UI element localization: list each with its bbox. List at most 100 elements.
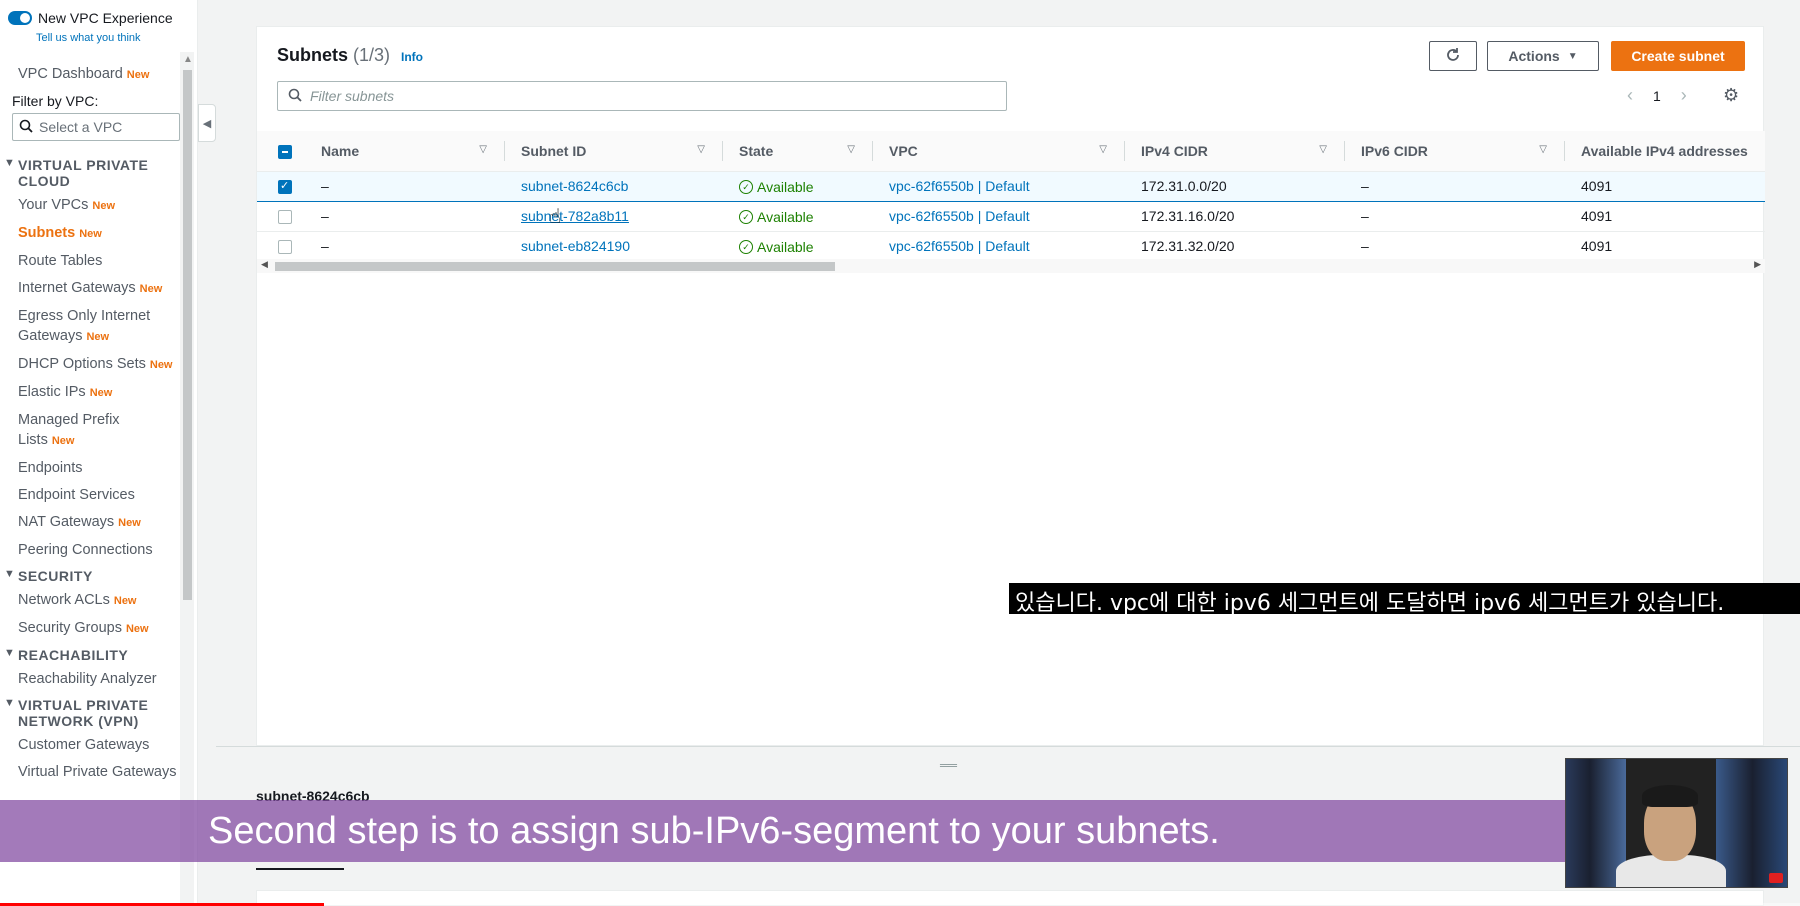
sidebar-item-virtual-private-gateways[interactable]: Virtual Private Gateways	[0, 762, 180, 782]
sidebar-item-network-acls[interactable]: Network ACLs New	[0, 590, 180, 611]
gear-icon[interactable]: ⚙	[1723, 85, 1739, 106]
row-select-cell[interactable]	[257, 231, 313, 262]
scroll-up-icon[interactable]: ▲	[183, 54, 193, 65]
row-checkbox[interactable]	[278, 179, 292, 195]
sidebar-item-nat-gateways[interactable]: NAT Gateways New	[0, 512, 180, 533]
scroll-left-icon[interactable]: ◀	[261, 259, 268, 270]
sidebar-item-endpoint-services[interactable]: Endpoint Services	[0, 485, 180, 505]
column-header-subnet-id[interactable]: Subnet ID ▽	[505, 131, 723, 172]
sidebar-item-reachability-analyzer[interactable]: Reachability Analyzer	[0, 669, 180, 689]
column-header-name[interactable]: Name ▽	[313, 131, 505, 172]
info-link[interactable]: Info	[401, 50, 423, 64]
toggle-switch[interactable]	[8, 11, 32, 25]
scroll-right-icon[interactable]: ▶	[1754, 259, 1761, 270]
refresh-icon	[1445, 47, 1461, 66]
select-all-header[interactable]	[257, 131, 313, 172]
status-text: Available	[757, 209, 814, 226]
subnet-id-link[interactable]: subnet-8624c6cb	[521, 178, 628, 194]
sidebar-item-egress-only-internet-gateways[interactable]: Egress Only Internet Gateways New	[0, 306, 180, 347]
filter-subnets-input[interactable]: Filter subnets	[277, 81, 1007, 111]
cell-name: –	[313, 201, 505, 232]
sidebar-item-dhcp-options-sets[interactable]: DHCP Options Sets New	[0, 354, 180, 375]
column-header-ipv6-cidr[interactable]: IPv6 CIDR ▽	[1345, 131, 1565, 172]
feedback-link[interactable]: Tell us what you think	[36, 32, 141, 44]
new-vpc-experience-toggle[interactable]: New VPC Experience	[8, 10, 173, 26]
row-select-cell[interactable]	[257, 170, 313, 202]
row-checkbox[interactable]	[278, 240, 292, 255]
table-horizontal-scrollbar[interactable]: ◀ ▶	[257, 259, 1765, 273]
actions-label: Actions	[1508, 48, 1560, 64]
subnet-id-link[interactable]: subnet-782a8b11	[521, 208, 629, 224]
sidebar-item-label: Egress Only Internet Gateways	[18, 308, 151, 344]
section-virtual-private-cloud[interactable]: ▼ VIRTUAL PRIVATE CLOUD	[0, 157, 180, 189]
column-header-ipv4-cidr[interactable]: IPv4 CIDR ▽	[1125, 131, 1345, 172]
vpc-filter-select[interactable]: Select a VPC	[12, 113, 180, 141]
select-all-checkbox[interactable]	[278, 144, 292, 159]
actions-button[interactable]: Actions ▼	[1487, 41, 1599, 71]
sidebar-item-label: Elastic IPs	[18, 384, 86, 400]
sidebar-item-customer-gateways[interactable]: Customer Gateways	[0, 735, 180, 755]
sidebar-item-security-groups[interactable]: Security Groups New	[0, 618, 180, 639]
cell-name: –	[313, 231, 505, 262]
sidebar-item-label: NAT Gateways	[18, 514, 115, 530]
subnet-id-link[interactable]: subnet-eb824190	[521, 238, 630, 254]
sidebar-item-label: Reachability Analyzer	[18, 671, 157, 687]
status-badge: ✓ Available	[739, 179, 814, 195]
cell-ipv4-cidr: 172.31.0.0/20	[1125, 170, 1345, 202]
row-select-cell[interactable]	[257, 201, 313, 232]
hand-cursor-icon: ☝	[549, 206, 562, 228]
create-subnet-button[interactable]: Create subnet	[1611, 41, 1745, 71]
page-number[interactable]: 1	[1653, 88, 1661, 104]
column-label: Name	[321, 142, 360, 159]
search-icon	[288, 88, 302, 105]
section-vpn[interactable]: ▼ VIRTUAL PRIVATE NETWORK (VPN)	[0, 697, 180, 729]
scrollbar-thumb[interactable]	[183, 70, 192, 600]
sidebar: New VPC Experience Tell us what you thin…	[0, 0, 198, 906]
status-badge: ✓ Available	[739, 209, 814, 225]
sort-icon[interactable]: ▽	[1539, 144, 1547, 155]
vpc-link[interactable]: vpc-62f6550b | Default	[889, 208, 1030, 224]
sidebar-item-endpoints[interactable]: Endpoints	[0, 458, 180, 478]
sidebar-item-internet-gateways[interactable]: Internet Gateways New	[0, 278, 180, 299]
collapse-sidebar-button[interactable]: ◀	[198, 104, 216, 142]
new-badge: New	[149, 359, 173, 371]
column-header-state[interactable]: State ▽	[723, 131, 873, 172]
new-badge: New	[89, 387, 113, 399]
sidebar-item-route-tables[interactable]: Route Tables	[0, 251, 180, 271]
sidebar-item-managed-prefix-lists[interactable]: Managed Prefix Lists New	[0, 410, 180, 451]
sidebar-scrollbar[interactable]: ▲	[180, 52, 194, 906]
row-checkbox[interactable]	[278, 210, 292, 225]
sort-icon[interactable]: ▽	[1319, 144, 1327, 155]
table-row[interactable]: –subnet-8624c6cb✓Availablevpc-62f6550b |…	[257, 170, 1765, 202]
section-security[interactable]: ▼ SECURITY	[0, 568, 180, 584]
column-header-available-ipv4[interactable]: Available IPv4 addresses	[1565, 131, 1765, 172]
section-label: VIRTUAL PRIVATE NETWORK (VPN)	[18, 697, 149, 729]
sidebar-item-peering-connections[interactable]: Peering Connections	[0, 540, 180, 560]
webcam-overlay	[1565, 758, 1788, 888]
column-label: IPv4 CIDR	[1141, 142, 1208, 159]
cell-ipv6-cidr: –	[1345, 201, 1565, 232]
sort-icon[interactable]: ▽	[479, 144, 487, 155]
column-header-vpc[interactable]: VPC ▽	[873, 131, 1125, 172]
section-reachability[interactable]: ▼ REACHABILITY	[0, 647, 180, 663]
cell-ipv6-cidr: –	[1345, 231, 1565, 262]
sort-icon[interactable]: ▽	[847, 144, 855, 155]
sort-icon[interactable]: ▽	[1099, 144, 1107, 155]
sidebar-item-your-vpcs[interactable]: Your VPCs New	[0, 195, 180, 216]
resize-handle-icon[interactable]: ══	[940, 758, 957, 772]
section-label: SECURITY	[18, 568, 93, 584]
vpc-link[interactable]: vpc-62f6550b | Default	[889, 178, 1030, 194]
chevron-left-icon[interactable]: ‹	[1627, 85, 1633, 106]
sidebar-item-subnets[interactable]: Subnets New	[0, 223, 180, 244]
table-row[interactable]: – subnet-eb824190 ✓ Available vpc-62f6550b |…	[257, 231, 1765, 262]
scrollbar-thumb[interactable]	[275, 262, 835, 271]
vpc-link[interactable]: vpc-62f6550b | Default	[889, 238, 1030, 254]
sidebar-item-elastic-ips[interactable]: Elastic IPs New	[0, 382, 180, 403]
refresh-button[interactable]	[1429, 41, 1477, 71]
chevron-right-icon[interactable]: ›	[1681, 85, 1687, 106]
sidebar-item-vpc-dashboard[interactable]: VPC Dashboard New	[0, 64, 180, 85]
column-label: Subnet ID	[521, 142, 587, 159]
table-row[interactable]: – subnet-782a8b11 ✓ Available vpc-62f6550b |…	[257, 201, 1765, 232]
table-header-row: Name ▽ Subnet ID ▽ State ▽ VPC ▽ IPv4 CIDR ▽ …	[257, 131, 1765, 172]
sort-icon[interactable]: ▽	[697, 144, 705, 155]
